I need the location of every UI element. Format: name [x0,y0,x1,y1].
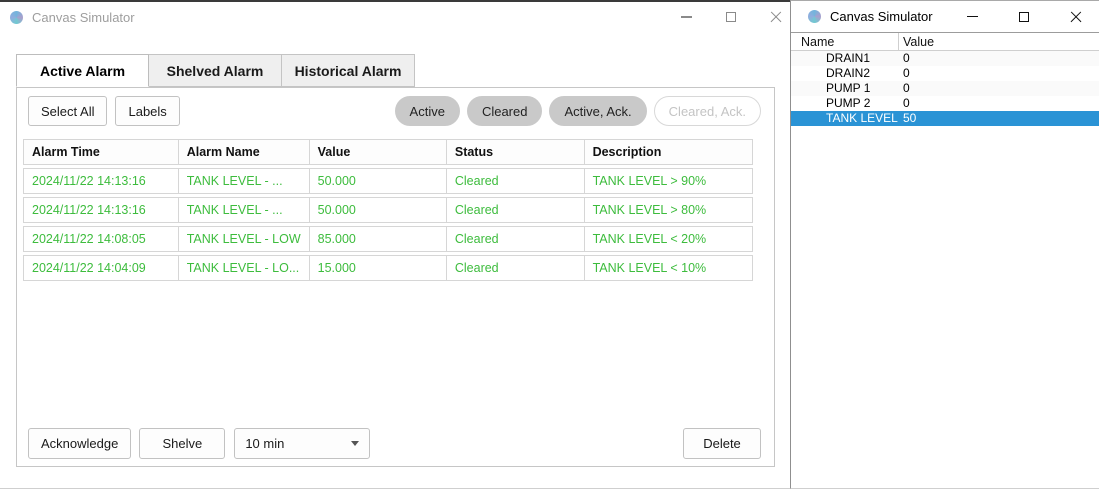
tag-name-cell: DRAIN1 [791,51,899,66]
filter-active-button[interactable]: Active [395,96,460,126]
column-header-description: Description [585,139,753,165]
alarm-row[interactable]: 2024/11/22 14:13:16 TANK LEVEL - ... 50.… [23,197,753,223]
alarm-toolbar: Select All Labels Active Cleared Active,… [28,96,761,126]
tag-name-cell: PUMP 2 [791,96,899,111]
column-header-value[interactable]: Value [899,35,934,49]
title-bar: Canvas Simulator [791,1,1099,33]
alarm-description-cell: TANK LEVEL < 10% [585,255,753,281]
tab-historical-alarm[interactable]: Historical Alarm [282,54,415,87]
tag-name-cell: PUMP 1 [791,81,899,96]
maximize-button[interactable] [724,10,738,24]
active-alarm-panel: Select All Labels Active Cleared Active,… [16,87,775,467]
minimize-button[interactable] [679,10,693,24]
tag-row-selected[interactable]: TANK LEVEL 50 [791,111,1099,126]
minimize-button[interactable] [965,10,979,24]
close-button[interactable] [769,10,783,24]
table-empty-area [17,284,774,428]
alarm-row[interactable]: 2024/11/22 14:13:16 TANK LEVEL - ... 50.… [23,168,753,194]
maximize-icon [726,12,736,22]
shelve-duration-select[interactable]: 10 min [234,428,370,459]
tab-shelved-alarm[interactable]: Shelved Alarm [149,54,282,87]
delete-button[interactable]: Delete [683,428,761,459]
alarm-name-cell: TANK LEVEL - ... [179,197,310,223]
alarm-name-cell: TANK LEVEL - LOW [179,226,310,252]
alarm-name-cell: TANK LEVEL - ... [179,168,310,194]
column-header-name[interactable]: Name [791,33,899,50]
close-icon [1070,10,1083,23]
minimize-icon [967,16,978,18]
alarm-footer: Acknowledge Shelve 10 min Delete [28,428,761,459]
column-header-value: Value [310,139,447,165]
title-bar: Canvas Simulator [0,2,790,32]
alarm-name-cell: TANK LEVEL - LO... [179,255,310,281]
alarm-row[interactable]: 2024/11/22 14:04:09 TANK LEVEL - LO... 1… [23,255,753,281]
tag-row[interactable]: DRAIN1 0 [791,51,1099,66]
app-icon [808,10,821,23]
alarm-table: Alarm Time Alarm Name Value Status Descr… [23,136,753,284]
alarm-status-cell: Cleared [447,255,585,281]
alarm-description-cell: TANK LEVEL > 90% [585,168,753,194]
tag-value-cell: 0 [899,66,910,81]
tag-row[interactable]: PUMP 2 0 [791,96,1099,111]
window-controls [965,10,1099,24]
alarm-status-cell: Cleared [447,226,585,252]
tag-value-cell: 0 [899,81,910,96]
tag-window: Canvas Simulator Name Value DRAIN1 0 DRA… [790,0,1099,489]
alarm-time-cell: 2024/11/22 14:13:16 [23,168,179,194]
tag-value-cell: 0 [899,96,910,111]
shelve-duration-value: 10 min [245,436,284,451]
app-icon [10,11,23,24]
close-button[interactable] [1069,10,1083,24]
alarm-time-cell: 2024/11/22 14:04:09 [23,255,179,281]
column-header-status: Status [447,139,585,165]
tag-value-cell: 50 [899,111,916,126]
alarm-value-cell: 85.000 [310,226,447,252]
alarm-time-cell: 2024/11/22 14:13:16 [23,197,179,223]
main-window: Canvas Simulator Active Alarm Shelved Al… [0,0,790,489]
window-controls [679,10,790,24]
select-all-button[interactable]: Select All [28,96,107,126]
window-title: Canvas Simulator [32,10,135,25]
tag-name-cell: TANK LEVEL [791,111,899,126]
close-icon [770,11,783,24]
tag-table-header: Name Value [791,33,1099,51]
alarm-row[interactable]: 2024/11/22 14:08:05 TANK LEVEL - LOW 85.… [23,226,753,252]
alarm-description-cell: TANK LEVEL > 80% [585,197,753,223]
filter-cleared-button[interactable]: Cleared [467,96,543,126]
tag-row[interactable]: PUMP 1 0 [791,81,1099,96]
tag-table: DRAIN1 0 DRAIN2 0 PUMP 1 0 PUMP 2 0 TANK… [791,51,1099,126]
column-header-alarm-time: Alarm Time [23,139,179,165]
labels-button[interactable]: Labels [115,96,179,126]
tag-value-cell: 0 [899,51,910,66]
acknowledge-button[interactable]: Acknowledge [28,428,131,459]
tag-row[interactable]: DRAIN2 0 [791,66,1099,81]
filter-cleared-ack-button[interactable]: Cleared, Ack. [654,96,761,126]
minimize-icon [681,16,692,18]
shelve-button[interactable]: Shelve [139,428,225,459]
alarm-table-header-row: Alarm Time Alarm Name Value Status Descr… [23,139,753,165]
filter-active-ack-button[interactable]: Active, Ack. [549,96,646,126]
chevron-down-icon [351,441,359,446]
alarm-value-cell: 50.000 [310,168,447,194]
tag-name-cell: DRAIN2 [791,66,899,81]
tab-bar: Active Alarm Shelved Alarm Historical Al… [16,54,775,87]
alarm-status-cell: Cleared [447,168,585,194]
alarm-value-cell: 15.000 [310,255,447,281]
alarm-description-cell: TANK LEVEL < 20% [585,226,753,252]
window-title: Canvas Simulator [830,9,933,24]
maximize-icon [1019,12,1029,22]
alarm-status-cell: Cleared [447,197,585,223]
alarm-time-cell: 2024/11/22 14:08:05 [23,226,179,252]
column-header-alarm-name: Alarm Name [179,139,310,165]
alarm-value-cell: 50.000 [310,197,447,223]
tab-active-alarm[interactable]: Active Alarm [16,54,149,87]
filter-pills: Active Cleared Active, Ack. Cleared, Ack… [388,96,761,126]
maximize-button[interactable] [1017,10,1031,24]
